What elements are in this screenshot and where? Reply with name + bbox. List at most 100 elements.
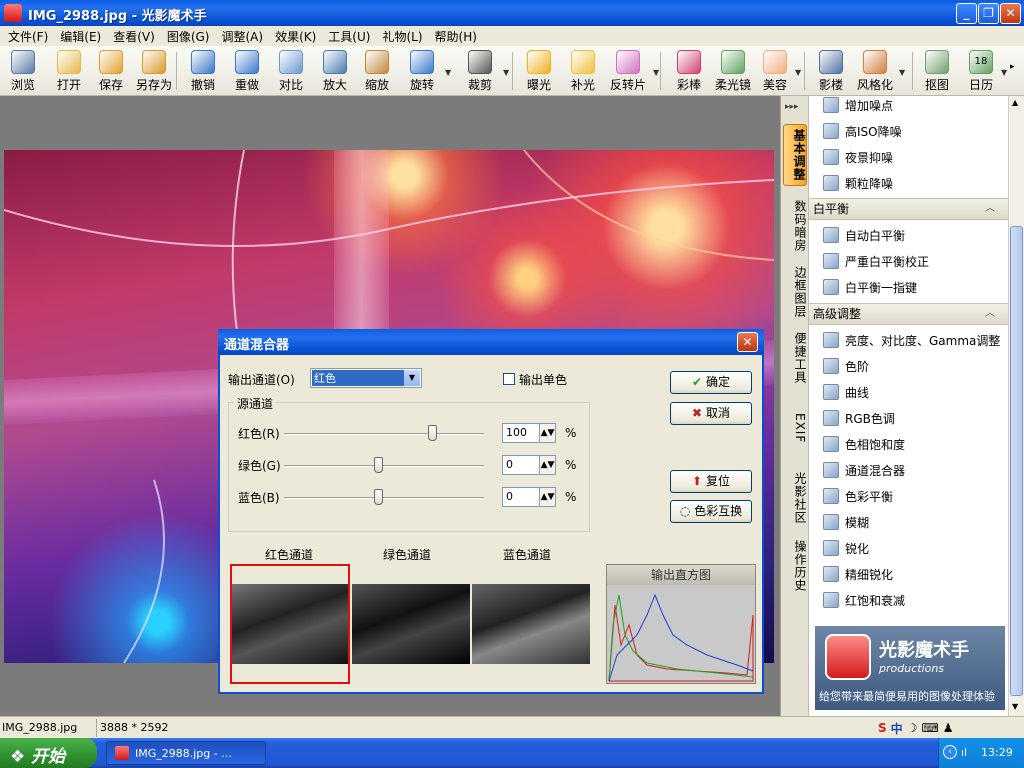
toolbar-button-10[interactable]: 裁剪 [458, 48, 502, 94]
panel-item-noise_items-3[interactable]: 颗粒降噪 [823, 172, 893, 194]
user-icon[interactable]: ♟ [943, 721, 954, 735]
scroll-down-icon[interactable]: ▼ [1012, 702, 1018, 711]
panel-header-advanced[interactable]: 高级调整 ︿ [809, 303, 1009, 325]
side-tab-5[interactable]: 光影社区 [783, 468, 807, 528]
mono-output-checkbox[interactable] [503, 373, 515, 385]
signal-icon[interactable]: ıl [961, 746, 967, 759]
toolbar-button-13[interactable]: 反转片 [604, 48, 652, 94]
preview-green-channel[interactable] [352, 584, 470, 664]
panel-item-wb_items-0[interactable]: 自动白平衡 [823, 224, 905, 246]
toolbar-button-9[interactable]: 旋转 [400, 48, 444, 94]
panel-item-adv_items-9[interactable]: 精细锐化 [823, 563, 893, 585]
panel-item-adv_items-8[interactable]: 锐化 [823, 537, 869, 559]
side-tab-0[interactable]: 基本调整 [783, 124, 807, 186]
channel-slider-2[interactable] [284, 497, 484, 499]
dropdown-arrow-icon[interactable]: ▼ [653, 68, 659, 77]
panel-item-adv_items-0[interactable]: 亮度、对比度、Gamma调整 [823, 329, 1000, 351]
ime-toolbar[interactable]: S 中 ☽ ⌨ ♟ [878, 719, 1008, 737]
side-tab-1[interactable]: 数码暗房 [783, 196, 807, 256]
toolbar-button-15[interactable]: 柔光镜 [710, 48, 756, 94]
reset-button[interactable]: ⬆ 复位 [670, 470, 752, 493]
panel-header-white-balance[interactable]: 白平衡 ︿ [809, 198, 1009, 220]
start-button[interactable]: ❖ 开始 [0, 738, 97, 768]
spin-arrows-icon[interactable]: ▲▼ [539, 487, 556, 507]
menu-item-4[interactable]: 调整(A) [215, 28, 269, 45]
toolbar-button-4[interactable]: 撤销 [184, 48, 222, 94]
panel-item-adv_items-4[interactable]: 色相饱和度 [823, 433, 905, 455]
toolbar-button-7[interactable]: 放大 [316, 48, 354, 94]
menu-item-3[interactable]: 图像(G) [161, 28, 216, 45]
panel-item-noise_items-2[interactable]: 夜景抑噪 [823, 146, 893, 168]
panel-item-adv_items-5[interactable]: 通道混合器 [823, 459, 905, 481]
toolbar-button-3[interactable]: 另存为 [132, 48, 176, 94]
swap-colors-button[interactable]: ◌ 色彩互换 [670, 500, 752, 523]
toolbar-button-1[interactable]: 打开 [50, 48, 88, 94]
dropdown-arrow-icon[interactable]: ▼ [1001, 68, 1007, 77]
toolbar-button-6[interactable]: 对比 [272, 48, 310, 94]
channel-slider-thumb-2[interactable] [374, 489, 383, 505]
toolbar-button-8[interactable]: 缩放 [358, 48, 396, 94]
dropdown-arrow-icon[interactable]: ▼ [503, 68, 509, 77]
menu-item-0[interactable]: 文件(F) [2, 28, 54, 45]
toolbar-button-0[interactable]: 浏览 [4, 48, 42, 94]
toolbar-button-2[interactable]: 保存 [92, 48, 130, 94]
channel-slider-0[interactable] [284, 433, 484, 435]
maximize-button[interactable]: ❐ [978, 3, 999, 24]
dropdown-arrow-icon[interactable]: ▼ [795, 68, 801, 77]
toolbar-button-16[interactable]: 美容 [756, 48, 794, 94]
side-tab-3[interactable]: 便捷工具 [783, 328, 807, 388]
panel-item-adv_items-2[interactable]: 曲线 [823, 381, 869, 403]
ime-mode[interactable]: 中 [891, 720, 903, 737]
side-tab-6[interactable]: 操作历史 [783, 536, 807, 596]
toolbar-button-17[interactable]: 影楼 [812, 48, 850, 94]
menu-item-8[interactable]: 帮助(H) [429, 28, 483, 45]
taskbar-item-image[interactable]: IMG_2988.jpg - ... [106, 741, 266, 765]
close-button[interactable]: ✕ [1000, 3, 1021, 24]
dropdown-arrow-icon[interactable]: ▼ [445, 68, 451, 77]
dialog-close-button[interactable]: ✕ [737, 332, 758, 352]
toolbar-button-18[interactable]: 风格化 [852, 48, 898, 94]
menu-item-5[interactable]: 效果(K) [269, 28, 322, 45]
panel-item-wb_items-1[interactable]: 严重白平衡校正 [823, 250, 929, 272]
toolbar-button-19[interactable]: 抠图 [918, 48, 956, 94]
scroll-up-icon[interactable]: ▲ [1012, 98, 1018, 107]
panel-item-noise_items-0[interactable]: 增加噪点 [823, 94, 893, 116]
cancel-button[interactable]: ✖ 取消 [670, 402, 752, 425]
keyboard-icon[interactable]: ⌨ [921, 721, 938, 735]
sogou-ime-icon[interactable]: S [878, 721, 887, 735]
channel-value-input-0[interactable]: 100 [502, 423, 540, 443]
panel-item-adv_items-6[interactable]: 色彩平衡 [823, 485, 893, 507]
channel-slider-1[interactable] [284, 465, 484, 467]
tray-expand-icon[interactable]: ‹ [943, 745, 957, 759]
channel-value-input-1[interactable]: 0 [502, 455, 540, 475]
toolbar-button-5[interactable]: 重做 [228, 48, 266, 94]
toolbar-button-12[interactable]: 补光 [564, 48, 602, 94]
panel-item-noise_items-1[interactable]: 高ISO降噪 [823, 120, 902, 142]
toolbar-button-20[interactable]: 18 日历 [962, 48, 1000, 94]
menu-item-1[interactable]: 编辑(E) [54, 28, 107, 45]
side-tab-2[interactable]: 边框图层 [783, 262, 807, 322]
side-tab-4[interactable]: EXIF [783, 402, 807, 454]
output-channel-select[interactable]: 红色 ▼ [310, 368, 422, 388]
channel-slider-thumb-0[interactable] [428, 425, 437, 441]
spin-arrows-icon[interactable]: ▲▼ [539, 423, 556, 443]
panel-scrollbar[interactable]: ▲ ▼ [1008, 96, 1024, 716]
channel-value-input-2[interactable]: 0 [502, 487, 540, 507]
panel-item-adv_items-10[interactable]: 红饱和衰减 [823, 589, 905, 611]
channel-slider-thumb-1[interactable] [374, 457, 383, 473]
preview-blue-channel[interactable] [472, 584, 590, 664]
minimize-button[interactable]: _ [956, 3, 977, 24]
scrollbar-thumb[interactable] [1010, 226, 1023, 696]
panel-item-adv_items-3[interactable]: RGB色调 [823, 407, 895, 429]
panel-item-adv_items-1[interactable]: 色阶 [823, 355, 869, 377]
menu-item-2[interactable]: 查看(V) [107, 28, 161, 45]
toolbar-button-14[interactable]: 彩棒 [670, 48, 708, 94]
moon-icon[interactable]: ☽ [907, 721, 918, 735]
menu-item-6[interactable]: 工具(U) [322, 28, 376, 45]
menu-item-7[interactable]: 礼物(L) [376, 28, 428, 45]
toolbar-more-icon[interactable]: ▸ [1010, 62, 1015, 72]
panel-item-adv_items-7[interactable]: 模糊 [823, 511, 869, 533]
ok-button[interactable]: ✔ 确定 [670, 371, 752, 394]
spin-arrows-icon[interactable]: ▲▼ [539, 455, 556, 475]
chevron-down-icon[interactable]: ▼ [404, 370, 420, 386]
